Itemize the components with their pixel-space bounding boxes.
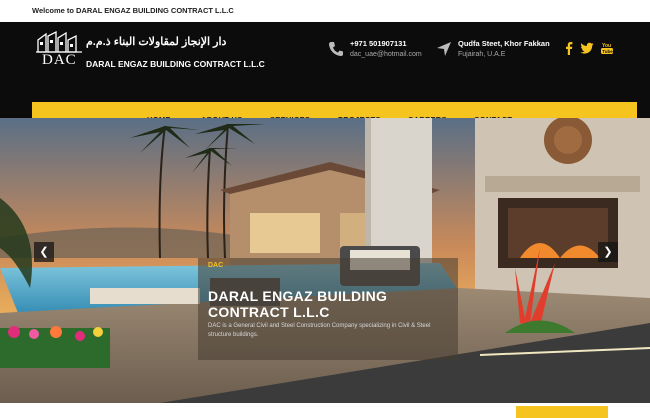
company-logo[interactable]: DAC دار الإنجاز لمقاولات البناء ذ.م.م DA…	[34, 30, 265, 74]
logo-english-name: DARAL ENGAZ BUILDING CONTRACT L.L.C	[86, 59, 265, 69]
svg-text:Tube: Tube	[602, 49, 613, 54]
slider-next-button[interactable]: ❯	[598, 242, 618, 262]
slide-title: DARAL ENGAZ BUILDING CONTRACT L.L.C	[208, 288, 388, 320]
location-arrow-icon	[437, 42, 451, 56]
bottom-strip	[0, 403, 650, 418]
slider-prev-button[interactable]: ❮	[34, 242, 54, 262]
welcome-text: Welcome to DARAL ENGAZ BUILDING CONTRACT…	[32, 6, 234, 15]
phone-icon	[329, 42, 343, 56]
facebook-icon[interactable]	[562, 41, 576, 55]
header: DAC دار الإنجاز لمقاولات البناء ذ.م.م DA…	[0, 22, 650, 138]
slide-description: DAC is a General Civil and Steel Constru…	[208, 323, 431, 338]
slide-caption: DAC DARAL ENGAZ BUILDING CONTRACT L.L.C …	[198, 258, 458, 360]
email-address[interactable]: dac_uae@hotmail.com	[350, 51, 422, 58]
street-address: Qudfa Steet, Khor Fakkan	[458, 39, 550, 48]
youtube-icon[interactable]: You Tube	[600, 41, 614, 55]
twitter-icon[interactable]	[580, 41, 594, 55]
bottom-action-button[interactable]	[516, 406, 608, 418]
building-logo-icon	[36, 30, 82, 53]
hero-slider: DAC DARAL ENGAZ BUILDING CONTRACT L.L.C …	[0, 118, 650, 403]
slide-tag: DAC	[208, 262, 224, 269]
phone-number[interactable]: +971 501907131	[350, 39, 407, 48]
logo-abbreviation: DAC	[42, 52, 77, 68]
logo-arabic-name: دار الإنجاز لمقاولات البناء ذ.م.م	[86, 36, 227, 48]
city-address: Fujairah, U.A.E	[458, 51, 506, 58]
top-bar: Welcome to DARAL ENGAZ BUILDING CONTRACT…	[0, 0, 650, 22]
